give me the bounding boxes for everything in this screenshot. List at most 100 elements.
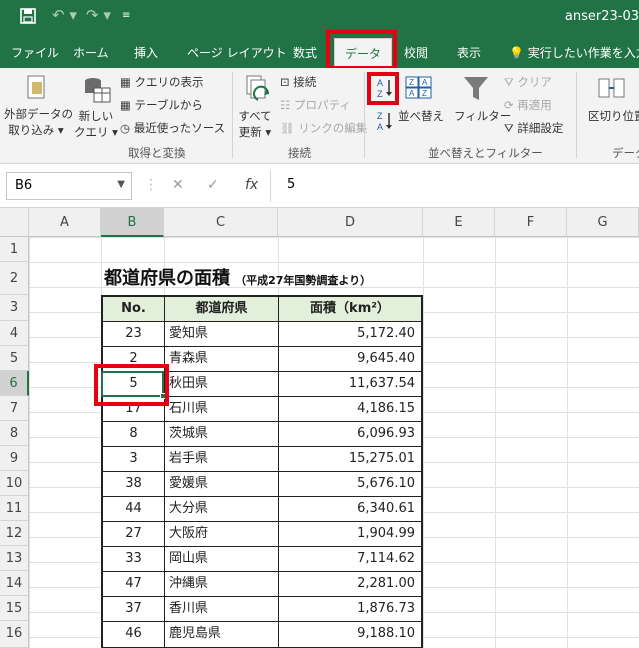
- row-header-7[interactable]: 7: [0, 396, 29, 421]
- cell-prefecture[interactable]: 秋田県: [165, 372, 279, 397]
- cell-no[interactable]: 8: [103, 422, 165, 447]
- row-header-12[interactable]: 12: [0, 521, 29, 546]
- tab-formulas[interactable]: 数式: [293, 44, 317, 61]
- filter-button[interactable]: フィルター: [454, 108, 511, 124]
- tab-review[interactable]: 校閲: [404, 44, 428, 61]
- column-header-d[interactable]: D: [278, 208, 423, 237]
- reapply-button[interactable]: ⟳ 再適用: [504, 97, 552, 113]
- refresh-all-button[interactable]: すべて 更新 ▾: [236, 108, 274, 140]
- row-header-4[interactable]: 4: [0, 321, 29, 346]
- column-header-e[interactable]: E: [423, 208, 495, 237]
- insert-function-icon[interactable]: fx: [245, 177, 258, 193]
- customize-qat-icon[interactable]: ≡: [122, 10, 130, 21]
- cell-prefecture[interactable]: 大分県: [165, 497, 279, 522]
- cell-area[interactable]: 5,676.10: [279, 472, 423, 497]
- row-header-6[interactable]: 6: [0, 371, 29, 396]
- edit-links-button[interactable]: ⛓ リンクの編集: [280, 120, 367, 136]
- connections-button[interactable]: ⊡ 接続: [280, 74, 316, 90]
- tell-me-box[interactable]: 💡 実行したい作業を入力し: [509, 44, 639, 61]
- clear-filter-button[interactable]: ⛛ クリア: [504, 74, 552, 90]
- redo-icon[interactable]: ↷ ▾: [86, 6, 111, 24]
- cell-prefecture[interactable]: 愛媛県: [165, 472, 279, 497]
- chevron-down-icon[interactable]: ▼: [117, 179, 125, 190]
- tab-home[interactable]: ホーム: [73, 44, 109, 61]
- save-icon[interactable]: [20, 8, 36, 28]
- cell-no[interactable]: 46: [103, 622, 165, 648]
- cell-area[interactable]: 6,096.93: [279, 422, 423, 447]
- cell-prefecture[interactable]: 鹿児島県: [165, 622, 279, 648]
- formula-input[interactable]: 5: [287, 177, 295, 192]
- cell-prefecture[interactable]: 石川県: [165, 397, 279, 422]
- row-header-15[interactable]: 15: [0, 596, 29, 621]
- show-queries-button[interactable]: ▦ クエリの表示: [120, 74, 204, 90]
- properties-button[interactable]: ☷ プロパティ: [280, 97, 351, 113]
- column-header-g[interactable]: G: [567, 208, 639, 237]
- cell-prefecture[interactable]: 茨城県: [165, 422, 279, 447]
- cell-area[interactable]: 9,645.40: [279, 347, 423, 372]
- cell-area[interactable]: 1,876.73: [279, 597, 423, 622]
- tab-view[interactable]: 表示: [457, 44, 481, 61]
- cell-area[interactable]: 2,281.00: [279, 572, 423, 597]
- enter-icon[interactable]: ✓: [207, 177, 219, 193]
- row-header-11[interactable]: 11: [0, 496, 29, 521]
- cell-no[interactable]: 37: [103, 597, 165, 622]
- column-header-b[interactable]: B: [101, 208, 164, 237]
- cell-area[interactable]: 6,340.61: [279, 497, 423, 522]
- row-header-13[interactable]: 13: [0, 546, 29, 571]
- cell-area[interactable]: 15,275.01: [279, 447, 423, 472]
- sort-button[interactable]: 並べ替え: [398, 108, 444, 124]
- row-header-2[interactable]: 2: [0, 262, 29, 295]
- advanced-filter-button[interactable]: ⛛ 詳細設定: [504, 120, 563, 136]
- row-header-3[interactable]: 3: [0, 295, 29, 321]
- row-header-14[interactable]: 14: [0, 571, 29, 596]
- cell-prefecture[interactable]: 岡山県: [165, 547, 279, 572]
- cell-no[interactable]: 44: [103, 497, 165, 522]
- cell-prefecture[interactable]: 沖縄県: [165, 572, 279, 597]
- cell-no[interactable]: 23: [103, 322, 165, 347]
- cell-area[interactable]: 7,114.62: [279, 547, 423, 572]
- row-header-1[interactable]: 1: [0, 237, 29, 262]
- row-header-16[interactable]: 16: [0, 621, 29, 648]
- column-header-c[interactable]: C: [164, 208, 278, 237]
- column-header-f[interactable]: F: [495, 208, 567, 237]
- new-query-button[interactable]: 新しい クエリ ▾: [74, 108, 118, 140]
- get-external-data-button[interactable]: 外部データの 取り込み ▾: [4, 106, 73, 138]
- cell-no[interactable]: 33: [103, 547, 165, 572]
- cell-no[interactable]: 47: [103, 572, 165, 597]
- column-header-a[interactable]: A: [29, 208, 101, 237]
- group-separator: [576, 72, 577, 158]
- sheet-title-cell[interactable]: 都道府県の面積 （平成27年国勢調査より）: [104, 264, 371, 290]
- cancel-icon[interactable]: ✕: [172, 177, 184, 193]
- cell-prefecture[interactable]: 香川県: [165, 597, 279, 622]
- cell-area[interactable]: 5,172.40: [279, 322, 423, 347]
- cell-prefecture[interactable]: 大阪府: [165, 522, 279, 547]
- new-query-icon: [82, 74, 112, 108]
- from-table-button[interactable]: ▦ テーブルから: [120, 97, 203, 113]
- tab-page-layout[interactable]: ページ レイアウト: [187, 44, 287, 61]
- cell-area[interactable]: 11,637.54: [279, 372, 423, 397]
- row-header-8[interactable]: 8: [0, 421, 29, 446]
- select-all-corner[interactable]: [0, 208, 29, 237]
- header-no[interactable]: No.: [103, 297, 165, 322]
- cell-area[interactable]: 1,904.99: [279, 522, 423, 547]
- cell-prefecture[interactable]: 岩手県: [165, 447, 279, 472]
- cell-no[interactable]: 27: [103, 522, 165, 547]
- cell-prefecture[interactable]: 愛知県: [165, 322, 279, 347]
- cell-no[interactable]: 38: [103, 472, 165, 497]
- recent-sources-button[interactable]: ◷ 最近使ったソース: [120, 120, 225, 136]
- sort-descending-icon[interactable]: ZA: [376, 110, 394, 136]
- row-header-5[interactable]: 5: [0, 346, 29, 371]
- header-prefecture[interactable]: 都道府県: [165, 297, 279, 322]
- cell-no[interactable]: 3: [103, 447, 165, 472]
- tab-insert[interactable]: 挿入: [134, 44, 158, 61]
- cell-prefecture[interactable]: 青森県: [165, 347, 279, 372]
- tab-file[interactable]: ファイル: [11, 44, 59, 61]
- cell-area[interactable]: 4,186.15: [279, 397, 423, 422]
- text-to-columns-button[interactable]: 区切り位置: [588, 108, 639, 124]
- name-box[interactable]: B6 ▼: [6, 172, 132, 200]
- cell-area[interactable]: 9,188.10: [279, 622, 423, 648]
- header-area[interactable]: 面積（km²）: [279, 297, 423, 322]
- row-header-10[interactable]: 10: [0, 471, 29, 496]
- row-header-9[interactable]: 9: [0, 446, 29, 471]
- undo-icon[interactable]: ↶ ▾: [52, 6, 77, 24]
